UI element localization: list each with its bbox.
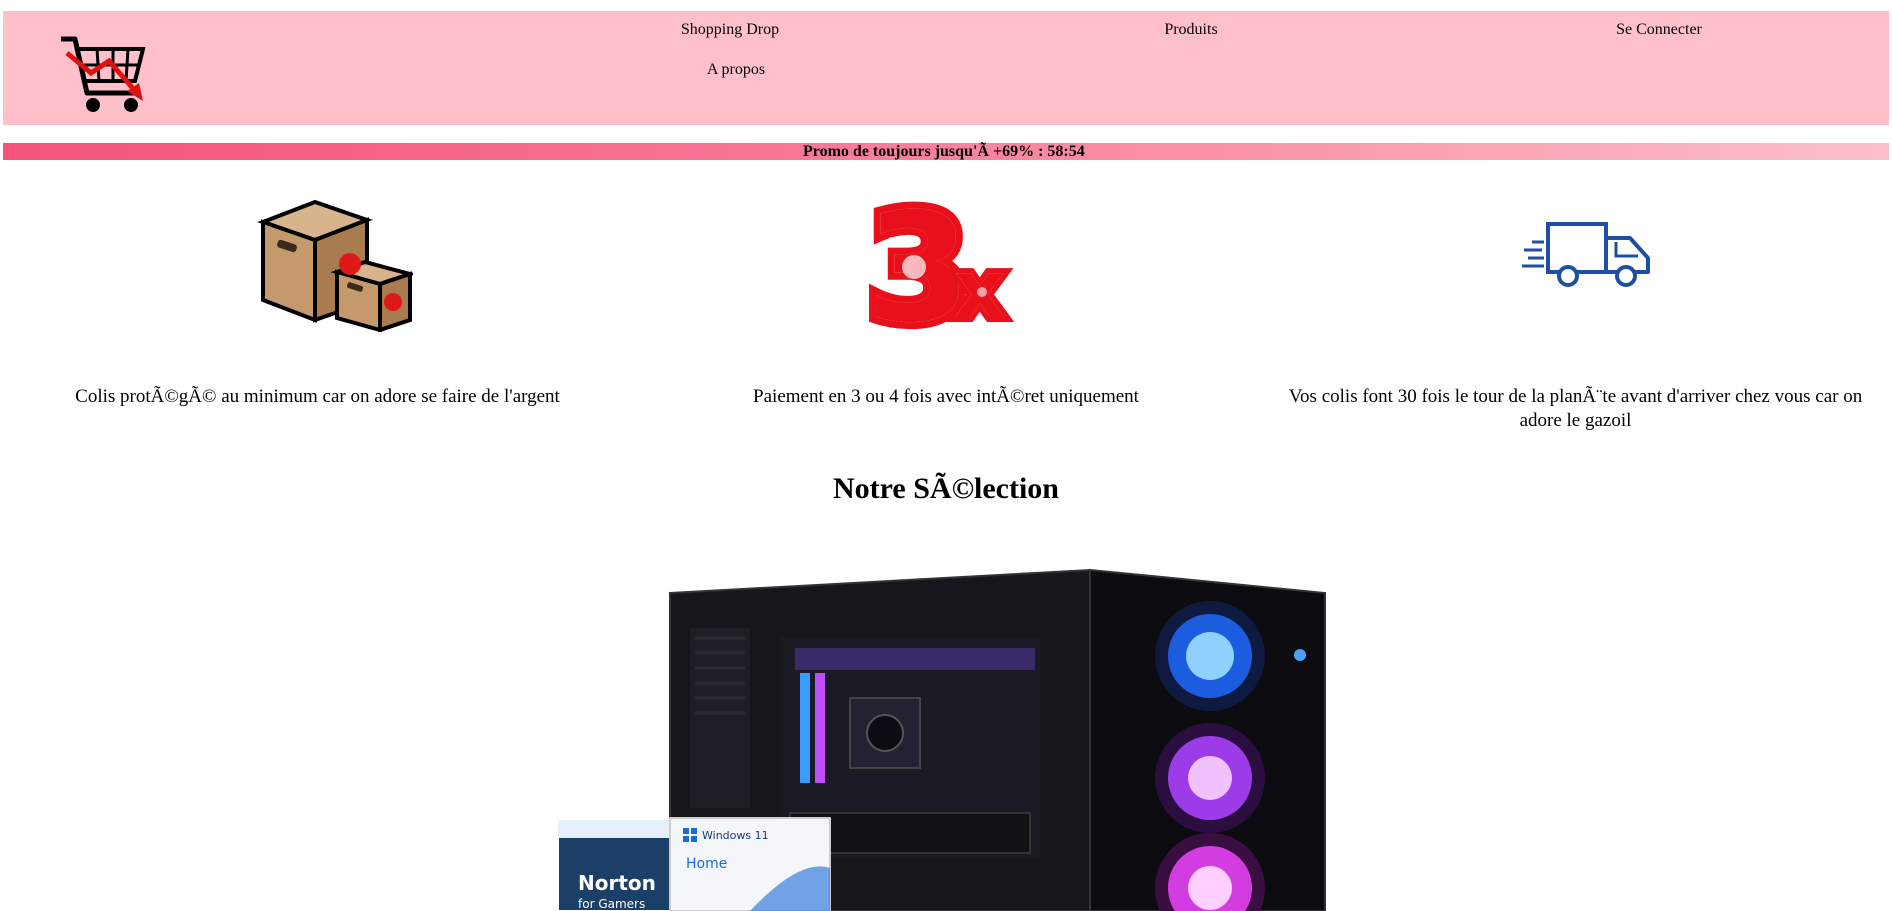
feature-protected-parcels-text: Colis protÃ©gÃ© au minimum car on adore … [75,386,560,407]
cardboard-boxes-icon [257,199,413,332]
feature-delivery-text: Vos colis font 30 fois le tour de la pla… [1288,386,1863,431]
nav-se-connecter-link[interactable]: Se Connecter [1616,21,1702,39]
nav-shopping-drop-link[interactable]: Shopping Drop [681,21,779,39]
feature-installment-payment-text: Paiement en 3 ou 4 fois avec intÃ©ret un… [753,386,1139,407]
svg-text:Windows 11: Windows 11 [702,829,769,842]
gaming-pc-tower-image[interactable]: Norton for Gamers Windows 11 Home [550,528,1350,911]
delivery-truck-icon [1522,222,1650,287]
nav-a-propos-link[interactable]: A propos [707,61,765,79]
svg-text:Home: Home [686,856,727,872]
section-title-notre-selection: Notre SÃ©lection [833,472,1059,505]
3x-payment-icon: 3 3 x x [862,182,1011,332]
promo-countdown-text: Promo de toujours jusqu'Ã +69% : 58:54 [803,143,1085,160]
shopping-cart-logo-icon[interactable] [57,31,151,119]
svg-text:Norton: Norton [578,871,656,895]
nav-produits-link[interactable]: Produits [1164,21,1217,39]
site-header: Shopping Drop Produits Se Connecter A pr… [3,11,1889,125]
promo-banner: Promo de toujours jusqu'Ã +69% : 58:54 [3,143,1889,160]
svg-text:x: x [954,243,1006,332]
svg-text:for Gamers: for Gamers [578,897,645,911]
